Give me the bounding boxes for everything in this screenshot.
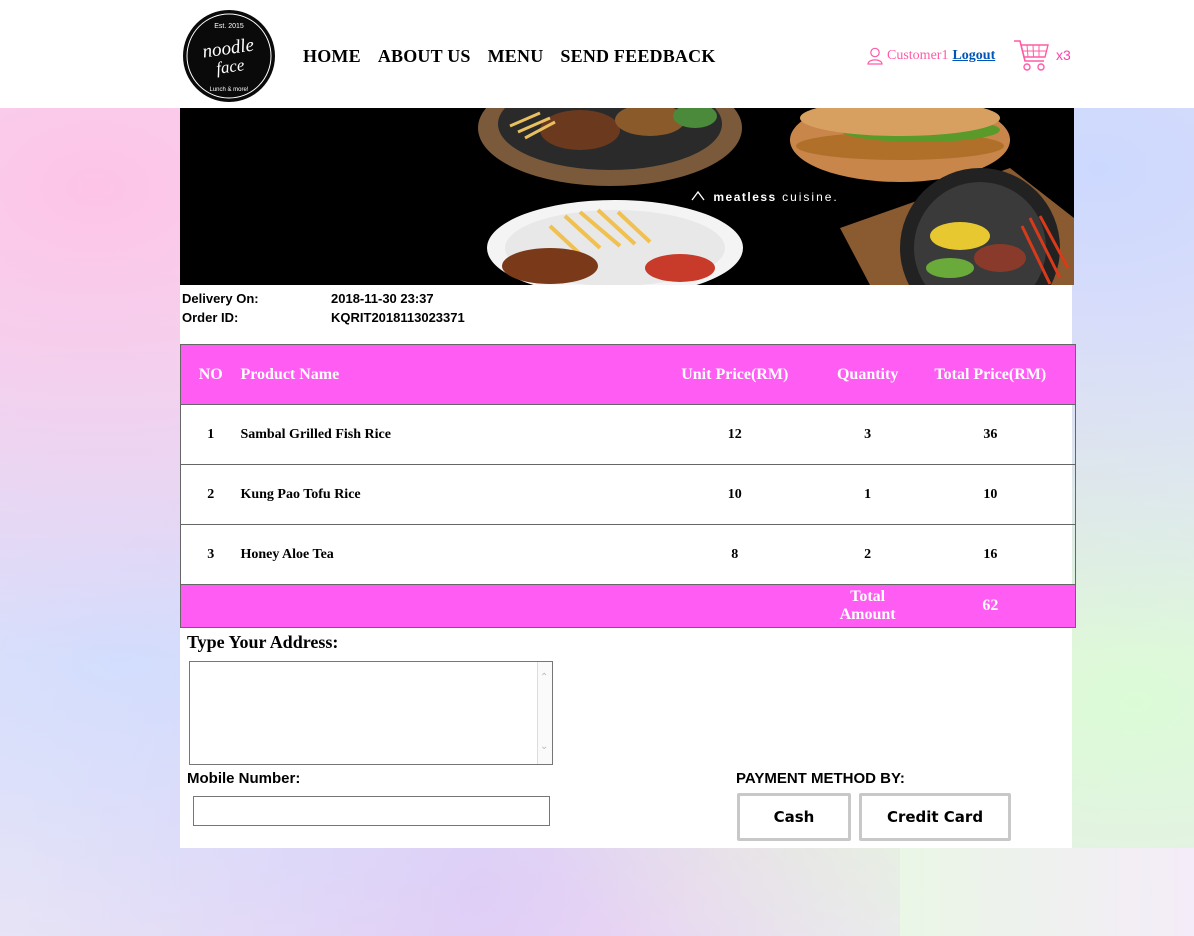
- col-header-no: NO: [180, 344, 241, 405]
- cell-total: 16: [905, 524, 1076, 585]
- scroll-down-icon[interactable]: ⌄: [540, 741, 548, 752]
- total-value: 62: [905, 584, 1076, 628]
- order-id-label: Order ID:: [182, 310, 239, 325]
- cell-no: 1: [180, 404, 241, 465]
- order-table: NO Product Name Unit Price(RM) Quantity …: [180, 344, 1076, 628]
- cell-unit-price: 8: [639, 524, 830, 585]
- cell-product: Honey Aloe Tea: [240, 524, 640, 585]
- user-icon: [867, 47, 883, 65]
- svg-text:Lunch & more!: Lunch & more!: [209, 87, 248, 93]
- scroll-up-icon[interactable]: ⌃: [540, 672, 548, 683]
- cell-no: 3: [180, 524, 241, 585]
- nav-home[interactable]: HOME: [303, 46, 361, 67]
- table-row: 3 Honey Aloe Tea 8 2 16: [180, 524, 1076, 585]
- nav-send-feedback[interactable]: SEND FEEDBACK: [560, 46, 715, 67]
- cash-button[interactable]: Cash: [737, 793, 851, 841]
- cell-total: 10: [905, 464, 1076, 525]
- site-header: Est. 2015 noodle face Lunch & more! HOME…: [0, 0, 1194, 108]
- svg-text:Est. 2015: Est. 2015: [214, 23, 244, 30]
- banner-tagline: meatless cuisine.: [713, 190, 839, 204]
- total-label: Total Amount: [829, 584, 906, 628]
- order-id-value: KQRIT2018113023371: [331, 310, 465, 325]
- food-photo: [478, 108, 1074, 285]
- cell-product: Sambal Grilled Fish Rice: [240, 404, 640, 465]
- address-label: Type Your Address:: [187, 632, 339, 652]
- hero-banner: meatless cuisine.: [180, 108, 1074, 285]
- mobile-input[interactable]: [193, 796, 550, 826]
- delivery-row: Delivery On: 2018-11-30 23:37: [182, 291, 434, 306]
- cart-area[interactable]: x3: [1013, 38, 1071, 72]
- cell-quantity: 2: [829, 524, 906, 585]
- cell-no: 2: [180, 464, 241, 525]
- user-area: Customer1 Logout: [867, 47, 995, 65]
- cell-quantity: 1: [829, 464, 906, 525]
- delivery-value: 2018-11-30 23:37: [331, 291, 434, 306]
- address-scrollbar[interactable]: ⌃ ⌄: [537, 662, 552, 764]
- logout-link[interactable]: Logout: [952, 48, 995, 64]
- col-header-total-price: Total Price(RM): [905, 344, 1076, 405]
- cell-total: 36: [905, 404, 1076, 465]
- col-header-unit-price: Unit Price(RM): [639, 344, 830, 405]
- shopping-cart-icon[interactable]: [1013, 38, 1050, 72]
- col-header-quantity: Quantity: [829, 344, 906, 405]
- background-panel: [900, 848, 1194, 936]
- col-header-product: Product Name: [240, 344, 640, 405]
- cell-product: Kung Pao Tofu Rice: [240, 464, 640, 525]
- delivery-label: Delivery On:: [182, 291, 259, 306]
- table-row: 1 Sambal Grilled Fish Rice 12 3 36: [180, 404, 1076, 465]
- credit-card-button[interactable]: Credit Card: [859, 793, 1011, 841]
- main-nav: HOME ABOUT US MENU SEND FEEDBACK: [303, 46, 733, 67]
- nav-about-us[interactable]: ABOUT US: [378, 46, 471, 67]
- noodle-face-logo[interactable]: Est. 2015 noodle face Lunch & more!: [181, 9, 277, 103]
- order-id-row: Order ID: KQRIT2018113023371: [182, 310, 465, 325]
- mobile-label: Mobile Number:: [187, 770, 301, 787]
- table-header-row: NO Product Name Unit Price(RM) Quantity …: [180, 344, 1076, 405]
- table-row: 2 Kung Pao Tofu Rice 10 1 10: [180, 464, 1076, 525]
- total-row: Total Amount 62: [180, 584, 1076, 628]
- svg-text:face: face: [215, 55, 246, 78]
- cell-unit-price: 12: [639, 404, 830, 465]
- cell-unit-price: 10: [639, 464, 830, 525]
- nav-menu[interactable]: MENU: [488, 46, 544, 67]
- cell-quantity: 3: [829, 404, 906, 465]
- address-textarea[interactable]: ⌃ ⌄: [189, 661, 553, 765]
- payment-method-label: PAYMENT METHOD BY:: [736, 770, 905, 787]
- cart-count: x3: [1056, 47, 1071, 63]
- username: Customer1: [887, 48, 949, 63]
